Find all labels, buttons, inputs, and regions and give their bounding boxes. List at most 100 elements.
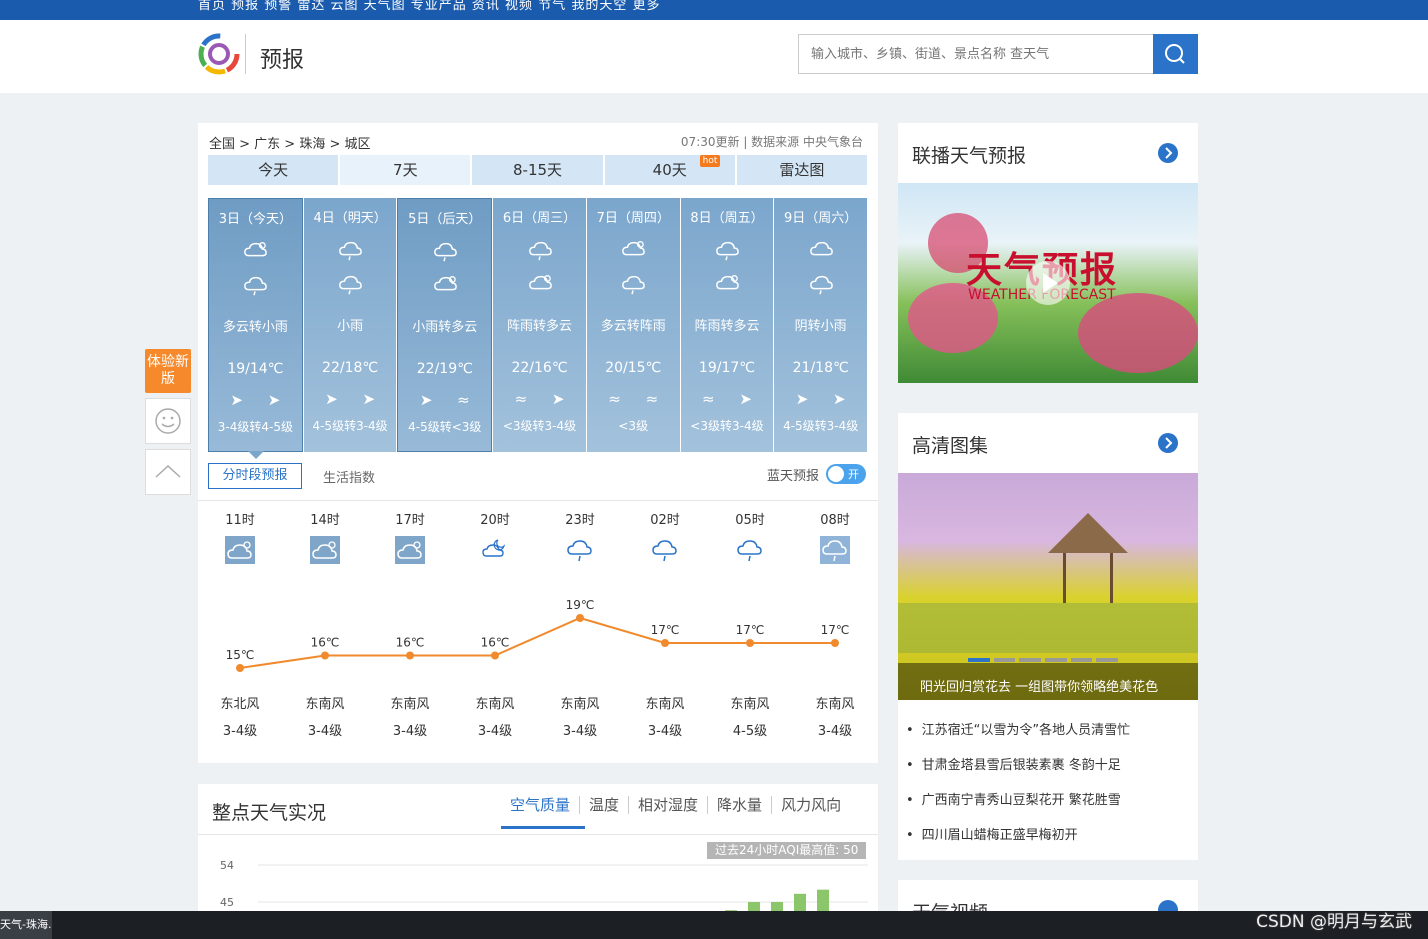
day-temperature: 21/18℃	[792, 360, 849, 376]
top-nav-bar: 首页 预报 预警 雷达 云图 天气图 专业产品 资讯 视频 节气 我的天空 更多	[0, 0, 1428, 20]
watermark-text: CSDN @明月与玄武	[1256, 912, 1412, 932]
taskbar-item[interactable]: 天气-珠海...	[0, 911, 52, 939]
tab-today[interactable]: 今天	[208, 155, 339, 185]
news-item[interactable]: 广西南宁青秀山豆梨花开 繁花胜雪	[906, 789, 1121, 808]
wind-direction-icon: ≈ ≈	[608, 390, 669, 408]
forecast-panel: 全国 > 广东 > 珠海 > 城区 07:30更新 | 数据来源 中央气象台 今…	[198, 123, 878, 763]
more-arrow-icon[interactable]	[1158, 433, 1178, 453]
day-column[interactable]: 4日（明天） 小雨 22/18℃ ➤ ➤ 4-5级转3-4级	[303, 198, 397, 452]
day-column[interactable]: 3日（今天） 多云转小雨 19/14℃ ➤ ➤ 3-4级转4-5级	[208, 198, 303, 452]
weather-night-icon	[528, 275, 552, 290]
partly-cloudy-icon	[395, 536, 425, 564]
day-wind: 4-5级转<3级	[408, 420, 482, 434]
bluesky-toggle[interactable]: 开	[826, 464, 866, 484]
more-arrow-icon[interactable]	[1158, 900, 1178, 911]
day-temperature: 22/18℃	[322, 360, 379, 376]
tab-humidity[interactable]: 相对湿度	[629, 796, 709, 814]
tab-precipitation[interactable]: 降水量	[708, 796, 773, 814]
hour-wind-direction: 东北风	[220, 697, 260, 712]
smiley-icon	[155, 408, 181, 434]
rain-icon	[567, 540, 592, 562]
tab-wind[interactable]: 风力风向	[772, 796, 850, 814]
broadcast-title[interactable]: 联播天气预报	[912, 141, 1026, 168]
temp-label: 15℃	[226, 648, 255, 662]
news-item[interactable]: 江苏宿迁“以雪为令”各地人员清雪忙	[906, 719, 1130, 738]
weather-night-icon	[244, 276, 268, 296]
day-temperature: 22/16℃	[511, 360, 568, 376]
hour-time: 17时	[395, 513, 425, 528]
day-date: 5日（后天）	[408, 212, 482, 227]
hour-time: 23时	[565, 513, 595, 528]
rain-icon	[820, 536, 850, 564]
hour-time: 08时	[820, 513, 850, 528]
gallery-title[interactable]: 高清图集	[912, 431, 988, 458]
rain-icon	[652, 540, 677, 562]
breadcrumb[interactable]: 全国 > 广东 > 珠海 > 城区	[209, 133, 370, 152]
weather-day-icon	[244, 242, 268, 257]
top-nav-links[interactable]: 首页 预报 预警 雷达 云图 天气图 专业产品 资讯 视频 节气 我的天空 更多	[198, 0, 660, 13]
logo-icon[interactable]	[198, 33, 240, 75]
search-button[interactable]	[1153, 34, 1198, 74]
back-to-top-button[interactable]	[145, 449, 191, 495]
live-weather-panel: 整点天气实况 空气质量 温度 相对湿度 降水量 风力风向 过去24小时AQI最高…	[198, 784, 878, 932]
day-temperature: 20/15℃	[605, 360, 662, 376]
wind-direction-icon: ≈ ➤	[702, 390, 762, 408]
news-item[interactable]: 甘肃金塔县雪后银装素裹 冬韵十足	[906, 754, 1121, 773]
day-column[interactable]: 7日（周四） 多云转阵雨 20/15℃ ≈ ≈ <3级	[586, 198, 680, 452]
day-temperature: 22/19℃	[416, 361, 473, 377]
tab-7days[interactable]: 7天	[340, 155, 471, 185]
more-arrow-icon[interactable]	[1158, 143, 1178, 163]
feedback-button[interactable]	[145, 398, 191, 444]
hour-column: 14时	[295, 509, 355, 568]
day-column[interactable]: 5日（后天） 小雨转多云 22/19℃ ➤ ≈ 4-5级转<3级	[397, 198, 493, 452]
tab-hourly-forecast[interactable]: 分时段预报	[208, 463, 302, 489]
weather-day-icon	[622, 241, 646, 256]
wind-direction-icon: ➤ ➤	[230, 391, 291, 409]
day-condition: 阵雨转多云	[694, 319, 760, 334]
hour-time: 02时	[650, 513, 680, 528]
hot-badge: hot	[699, 155, 721, 167]
wind-direction-icon: ➤ ➤	[325, 390, 386, 408]
tab-temperature[interactable]: 温度	[580, 796, 630, 814]
hour-wind-level: 3-4级	[817, 724, 853, 739]
page-title: 预报	[260, 48, 305, 73]
tab-air-quality[interactable]: 空气质量	[501, 796, 581, 814]
search-input[interactable]	[798, 34, 1154, 74]
tab-life-index[interactable]: 生活指数	[323, 467, 375, 486]
weather-day-icon	[433, 242, 457, 262]
weather-video-title[interactable]: 天气视频	[912, 898, 988, 911]
hour-wind-direction: 东南风	[730, 697, 770, 712]
weather-night-icon	[809, 275, 833, 295]
temp-label: 19℃	[566, 598, 595, 612]
tab-radar[interactable]: 雷达图	[736, 155, 868, 185]
day-condition: 阴转小雨	[794, 319, 847, 334]
live-weather-title: 整点天气实况	[212, 802, 327, 824]
hour-column: 05时	[720, 509, 780, 568]
bluesky-label: 蓝天预报	[767, 469, 820, 484]
hour-time: 05时	[735, 513, 765, 528]
hour-time: 14时	[310, 513, 340, 528]
search-icon	[1165, 44, 1185, 64]
hour-column: 20时	[465, 509, 525, 568]
play-icon[interactable]	[1026, 261, 1070, 305]
day-column[interactable]: 8日（周五） 阵雨转多云 19/17℃ ≈ ➤ <3级转3-4级	[680, 198, 774, 452]
day-column[interactable]: 9日（周六） 阴转小雨 21/18℃ ➤ ➤ 4-5级转3-4级	[774, 198, 868, 452]
day-wind: 4-5级转3-4级	[312, 419, 388, 433]
hourly-forecast: 15℃ 16℃ 16℃ 16℃ 19℃ 17℃ 17℃ 17℃ 11时 东北风 3-4级 14时 东南…	[198, 513, 878, 743]
tab-40days[interactable]: 40天 hot	[604, 155, 735, 185]
try-new-version-button[interactable]: 体验新版	[145, 349, 191, 393]
hour-wind-direction: 东南风	[560, 697, 600, 712]
gallery-image[interactable]: 阳光回归赏花去 一组图带你领略绝美花色	[898, 473, 1198, 700]
temp-label: 16℃	[481, 636, 510, 650]
day-column[interactable]: 6日（周三） 阵雨转多云 22/16℃ ≈ ➤ <3级转3-4级	[493, 198, 586, 452]
hour-column: 17时	[380, 509, 440, 568]
carousel-dots[interactable]	[968, 658, 1119, 662]
selected-day-caret	[248, 451, 264, 459]
tab-8-15days[interactable]: 8-15天	[472, 155, 603, 185]
day-condition: 多云转小雨	[222, 320, 288, 335]
day-date: 7日（周四）	[596, 211, 670, 226]
wind-direction-icon: ≈ ➤	[514, 390, 575, 408]
side-tools: 体验新版	[145, 349, 191, 495]
video-thumbnail[interactable]: 天气预报 WEATHER FORECAST	[898, 183, 1198, 383]
news-item[interactable]: 四川眉山蜡梅正盛早梅初开	[906, 824, 1078, 843]
